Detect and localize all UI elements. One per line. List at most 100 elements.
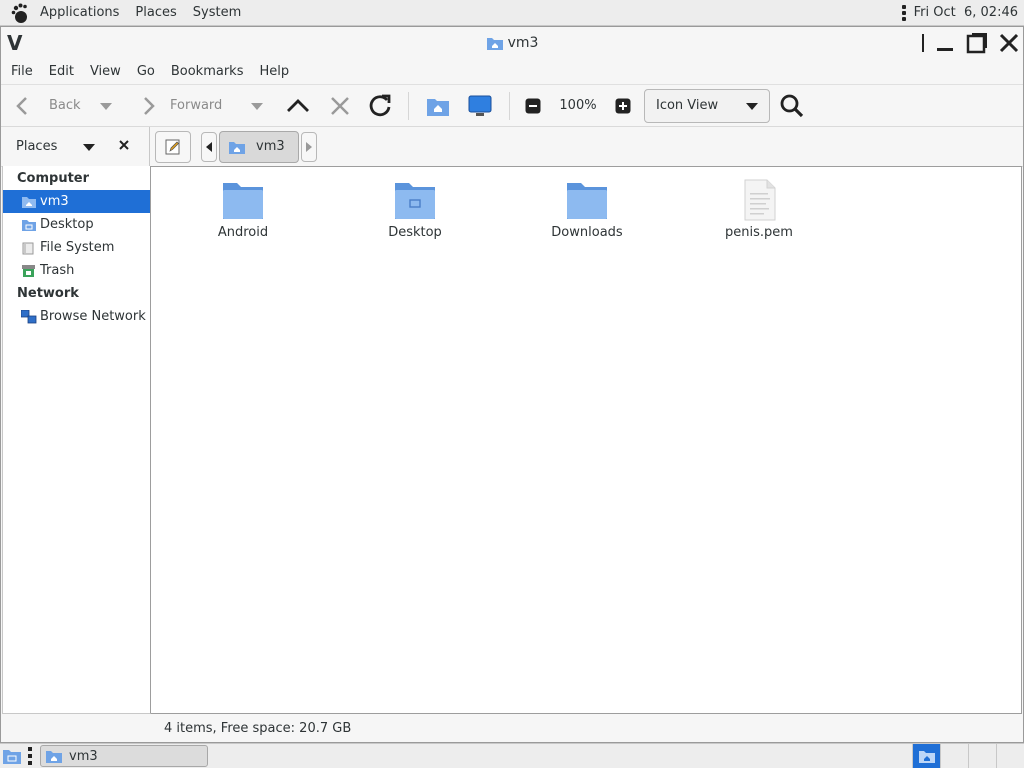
stop-icon	[331, 96, 349, 115]
sidebar-type-chevron-icon[interactable]	[82, 142, 96, 152]
search-icon	[780, 94, 804, 117]
text-file-icon	[744, 179, 776, 221]
close-icon[interactable]	[997, 31, 1021, 55]
close-sidebar-icon[interactable]	[118, 139, 130, 155]
back-history-chevron-icon	[100, 102, 112, 110]
file-item-android[interactable]: Android	[178, 179, 308, 240]
monitor-icon	[468, 95, 492, 116]
menu-bookmarks[interactable]: Bookmarks	[163, 59, 252, 85]
window-menu-logo[interactable]: V	[7, 31, 22, 55]
toggle-location-entry-button[interactable]	[155, 130, 191, 163]
workspace-window-icon	[918, 751, 935, 763]
status-text: 4 items, Free space: 20.7 GB	[164, 720, 352, 736]
desktop-folder-icon	[22, 219, 36, 231]
view-mode-value: Icon View	[656, 98, 719, 113]
menu-help[interactable]: Help	[251, 59, 297, 85]
scroll-left-icon	[206, 141, 212, 152]
system-menu[interactable]: System	[185, 0, 249, 26]
chevron-down-icon	[746, 102, 758, 110]
sidebar-item-browse-network[interactable]: Browse Network	[3, 305, 150, 328]
file-name: Downloads	[551, 225, 623, 240]
menu-edit[interactable]: Edit	[41, 59, 82, 85]
zoom-out-button[interactable]	[518, 89, 548, 123]
sidebar-section-network: Network	[17, 286, 79, 301]
network-icon	[21, 309, 37, 323]
workspace-4[interactable]	[996, 743, 1024, 768]
crumbs-scroll-left-button[interactable]	[201, 131, 217, 162]
edit-pencil-icon	[165, 139, 180, 154]
desktop-folder-icon	[395, 183, 435, 219]
clock[interactable]: Fri Oct 6, 02:46	[914, 5, 1018, 20]
sidebar-header: Places	[1, 126, 150, 167]
applications-menu[interactable]: Applications	[32, 0, 127, 26]
reload-icon	[369, 94, 391, 116]
sidebar-item-label: Desktop	[40, 217, 94, 232]
location-row: Places vm3	[1, 126, 1023, 167]
drive-icon	[22, 242, 34, 254]
sidebar-item-file-system[interactable]: File System	[3, 236, 150, 259]
taskbar-window-button[interactable]: vm3	[40, 745, 208, 767]
menu-file[interactable]: File	[3, 59, 41, 85]
zoom-out-icon	[525, 98, 541, 113]
up-arrow-icon	[287, 98, 309, 112]
titlebar[interactable]: V vm3	[1, 27, 1023, 59]
zoom-in-button[interactable]	[608, 89, 638, 123]
workspace-1[interactable]	[912, 743, 940, 768]
menu-go[interactable]: Go	[129, 59, 163, 85]
places-sidebar: Computer vm3 Desktop File System Trash N…	[2, 166, 151, 714]
window-separator	[921, 31, 925, 55]
sidebar-item-desktop[interactable]: Desktop	[3, 213, 150, 236]
home-button[interactable]	[417, 89, 459, 123]
minimize-icon[interactable]	[933, 31, 957, 55]
maximize-icon[interactable]	[965, 31, 989, 55]
file-name: penis.pem	[725, 225, 793, 240]
forward-button[interactable]: Forward	[136, 89, 276, 123]
menubar: File Edit View Go Bookmarks Help	[1, 59, 1023, 85]
toolbar-separator	[408, 91, 409, 120]
zoom-in-icon	[615, 98, 631, 113]
back-button[interactable]: Back	[11, 89, 136, 123]
sidebar-item-label: Browse Network	[40, 309, 146, 324]
workspace-3[interactable]	[968, 743, 996, 768]
file-view[interactable]: Android Desktop Downloads penis.pem	[151, 166, 1022, 714]
menu-view[interactable]: View	[82, 59, 129, 85]
file-item-downloads[interactable]: Downloads	[522, 179, 652, 240]
home-folder-icon	[46, 751, 62, 763]
sidebar-title[interactable]: Places	[16, 139, 82, 154]
status-bar: 4 items, Free space: 20.7 GB	[150, 714, 1022, 742]
sidebar-item-vm3[interactable]: vm3	[3, 190, 150, 213]
crumbs-scroll-right-button[interactable]	[301, 131, 317, 162]
file-item-penis-pem[interactable]: penis.pem	[694, 179, 824, 240]
up-button[interactable]	[276, 89, 320, 123]
reload-button[interactable]	[360, 89, 400, 123]
home-folder-icon	[229, 141, 245, 154]
file-name: Android	[217, 225, 269, 240]
crumb-home[interactable]: vm3	[219, 130, 299, 163]
sidebar-item-trash[interactable]: Trash	[3, 259, 150, 282]
stop-button[interactable]	[320, 89, 360, 123]
panel-kebab-icon[interactable]	[900, 4, 908, 21]
view-mode-select[interactable]: Icon View	[644, 88, 770, 123]
taskbar-window-label: vm3	[69, 748, 98, 764]
sidebar-item-label: File System	[40, 240, 115, 255]
file-item-desktop[interactable]: Desktop	[350, 179, 480, 240]
scroll-right-icon	[306, 141, 312, 152]
taskbar-handle-icon[interactable]	[28, 747, 34, 765]
gnome-foot-icon[interactable]	[8, 1, 32, 25]
bottom-panel: vm3	[0, 743, 1024, 768]
window-title: vm3	[486, 35, 538, 51]
places-menu[interactable]: Places	[127, 0, 184, 26]
computer-button[interactable]	[459, 89, 501, 123]
show-desktop-icon[interactable]	[0, 745, 24, 767]
zoom-level[interactable]: 100%	[548, 89, 608, 123]
sidebar-item-label: vm3	[40, 194, 69, 209]
folder-icon	[223, 183, 263, 219]
top-panel: Applications Places System Fri Oct 6, 02…	[0, 0, 1024, 26]
search-button[interactable]	[770, 89, 814, 123]
forward-label: Forward	[170, 98, 223, 113]
file-name: Desktop	[388, 225, 442, 240]
workspace-2[interactable]	[940, 743, 968, 768]
main-area: Computer vm3 Desktop File System Trash N…	[0, 166, 1022, 714]
folder-icon	[567, 183, 607, 219]
home-folder-icon	[486, 38, 503, 50]
